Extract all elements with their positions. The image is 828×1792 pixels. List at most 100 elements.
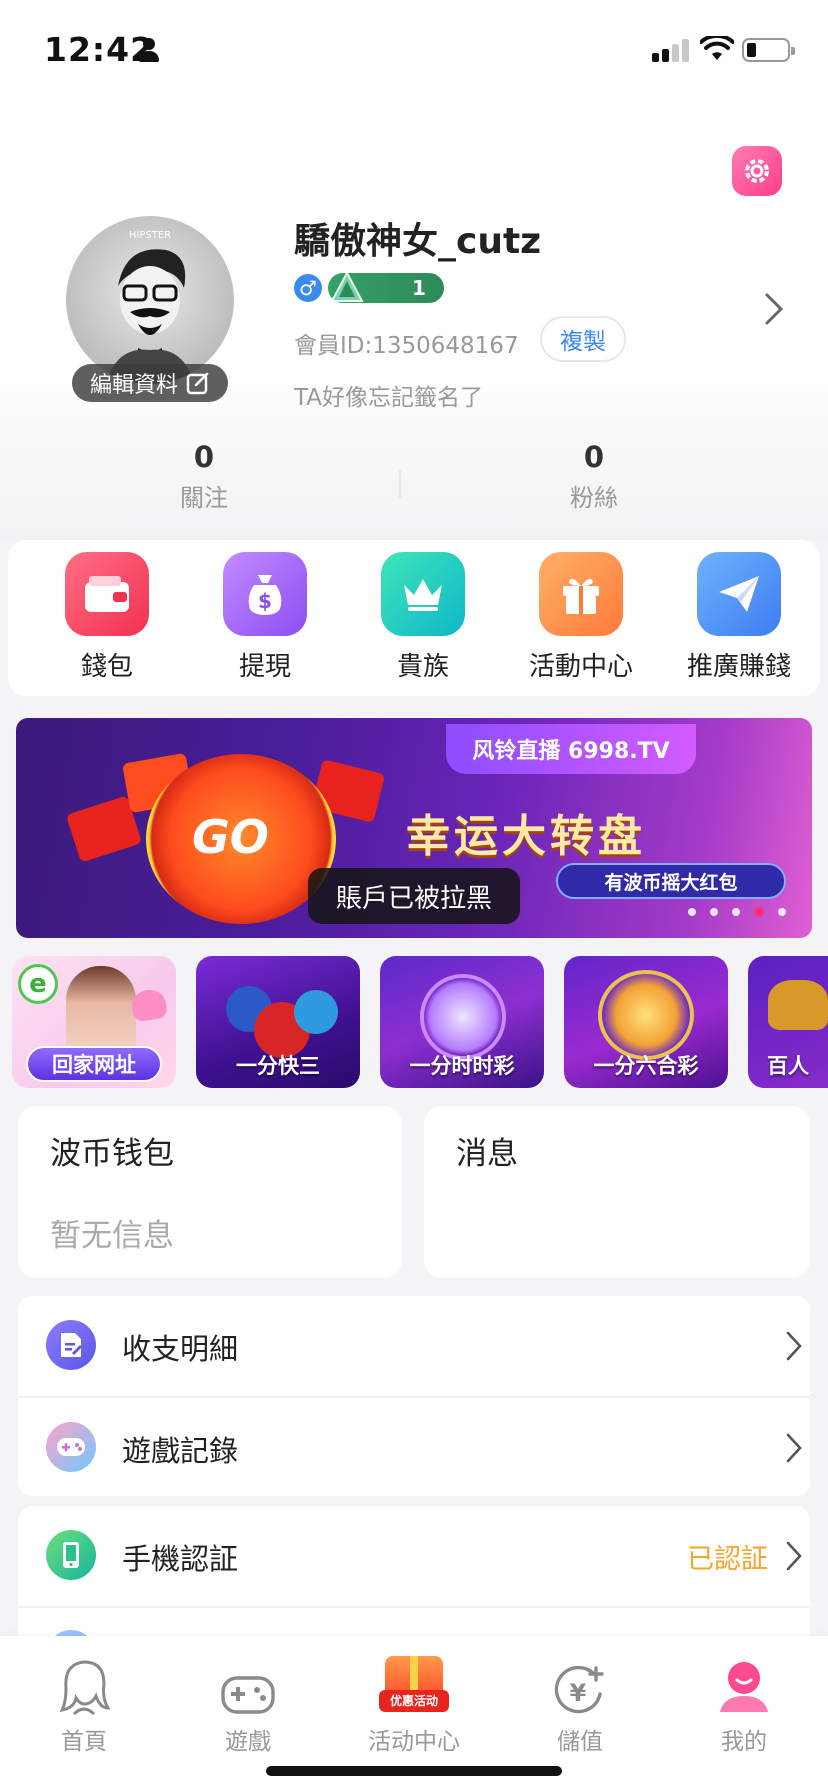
follow-stats: 0 關注 0 粉絲 [0,440,828,530]
copy-id-button[interactable]: 複製 [540,316,626,362]
tab-label: 儲值 [557,1729,603,1755]
girl-portrait-image [66,966,136,1058]
list-item-income-expense[interactable]: 收支明細 [18,1296,810,1396]
tab-topup[interactable]: ¥ 儲值 [510,1646,650,1756]
list-item-label: 遊戲記錄 [122,1434,239,1468]
username: 驕傲神女_cutz [294,221,542,262]
list-item-phone-verification[interactable]: 手機認証 已認証 [18,1506,810,1606]
game-tile-label: 回家网址 [26,1046,162,1082]
quick-action-promote-earn[interactable]: 推廣賺錢 [664,552,814,683]
game-tile-1min-mark-six[interactable]: 一分六合彩 [564,956,728,1088]
chevron-right-icon[interactable] [764,292,784,326]
promo-gift-icon: 优惠活动 [344,1646,484,1716]
quick-action-withdraw[interactable]: $ 提現 [190,552,340,683]
gift-icon [539,552,623,636]
quick-action-label: 提現 [238,652,291,682]
pagination-dot[interactable] [732,908,740,916]
tab-activity-center[interactable]: 优惠活动 活动中心 [344,1646,484,1756]
quick-action-label: 錢包 [80,652,133,682]
list-item-label: 收支明細 [122,1332,239,1366]
game-tile-1min-ssc[interactable]: 一分时时彩 [380,956,544,1088]
gamepad-icon [46,1422,96,1472]
quick-action-label: 貴族 [396,652,449,682]
verified-status: 已認証 [687,1544,768,1575]
money-bag-icon: $ [223,552,307,636]
home-indicator[interactable] [266,1766,562,1776]
paper-plane-icon [697,552,781,636]
settings-button[interactable] [732,146,782,196]
level-number: 1 [412,276,426,300]
game-tile-1min-k3[interactable]: 一分快三 [196,956,360,1088]
toast-message: 賬戶已被拉黑 [308,868,520,924]
e-logo-icon: e [18,964,58,1004]
edit-profile-button[interactable]: 編輯資料 [72,364,228,402]
quick-action-activity-center[interactable]: 活動中心 [506,552,656,683]
gear-icon [745,159,769,183]
game-tile-label: 百人 [767,1054,809,1078]
user-badges: ♂ 1 [294,271,444,304]
records-list: 收支明細 遊戲記錄 [18,1296,810,1496]
list-item-label: 手機認証 [122,1542,239,1576]
messages-card[interactable]: 消息 [424,1106,810,1278]
bull-image [768,980,828,1030]
game-tile-hundred-player[interactable]: 百人 [748,956,828,1088]
followers-label: 粉絲 [570,484,618,512]
quick-action-label: 活動中心 [528,652,633,682]
coin-wallet-title: 波币钱包 [50,1136,174,1172]
wallet-icon [65,552,149,636]
followers-stat[interactable]: 0 粉絲 [494,440,694,513]
pagination-dot[interactable] [778,908,786,916]
list-item-game-records[interactable]: 遊戲記錄 [18,1396,810,1496]
chevron-right-icon [786,1541,802,1571]
user-profile-icon [674,1646,814,1716]
followers-count: 0 [583,440,605,474]
tab-me[interactable]: 我的 [674,1646,814,1756]
pagination-dot[interactable] [710,908,718,916]
svg-text:HIPSTER: HIPSTER [129,230,171,241]
edit-icon [186,372,209,395]
messages-title: 消息 [456,1136,518,1172]
heart-icon [130,987,168,1023]
avatar[interactable]: HIPSTER [66,216,234,384]
stat-divider [399,470,401,498]
edit-profile-label: 編輯資料 [89,373,178,398]
battery-icon [742,38,795,62]
game-tile-label: 一分时时彩 [409,1054,515,1078]
svg-text:¥: ¥ [570,1679,587,1707]
girl-silhouette-icon [14,1646,154,1716]
game-tiles-row: e 回家网址 一分快三 一分时时彩 一分六合彩 百人 [12,956,828,1088]
banner-brand: 风铃直播 6998.TV [446,724,696,774]
game-tile-label: 一分快三 [236,1054,320,1078]
promo-badge: 优惠活动 [379,1690,449,1712]
svg-text:$: $ [258,589,272,613]
quick-action-nobility[interactable]: 貴族 [348,552,498,683]
coin-wallet-empty: 暂无信息 [50,1218,174,1254]
game-tile-home-url[interactable]: e 回家网址 [12,956,176,1088]
pagination-dot-active[interactable] [754,907,764,917]
hipster-avatar-illustration: HIPSTER [106,230,194,384]
coin-wallet-card[interactable]: 波币钱包 暂无信息 [18,1106,402,1278]
tab-label: 首頁 [61,1729,107,1755]
tab-label: 遊戲 [225,1729,271,1755]
person-icon [138,38,160,62]
pagination-dot[interactable] [688,908,696,916]
following-stat[interactable]: 0 關注 [104,440,304,513]
following-label: 關注 [180,484,228,512]
list-item-next[interactable] [18,1606,810,1636]
lottery-ball-image [420,974,506,1060]
game-tile-label: 一分六合彩 [593,1054,699,1078]
yen-coin-icon: ¥ [510,1646,650,1716]
account-list: 手機認証 已認証 [18,1506,810,1636]
bingo-ball-image [294,990,338,1034]
tab-label: 我的 [721,1729,767,1755]
crown-icon [381,552,465,636]
chevron-right-icon [786,1433,802,1463]
banner-title: 幸运大转盘 [406,811,646,862]
quick-actions-card: 錢包 $ 提現 貴族 活動中心 推廣賺錢 [8,540,820,696]
tab-home[interactable]: 首頁 [14,1646,154,1756]
quick-action-wallet[interactable]: 錢包 [32,552,182,683]
tab-games[interactable]: 遊戲 [178,1646,318,1756]
cellular-signal-icon [652,38,690,62]
gamepad-icon [178,1646,318,1716]
banner-pagination [688,907,786,917]
